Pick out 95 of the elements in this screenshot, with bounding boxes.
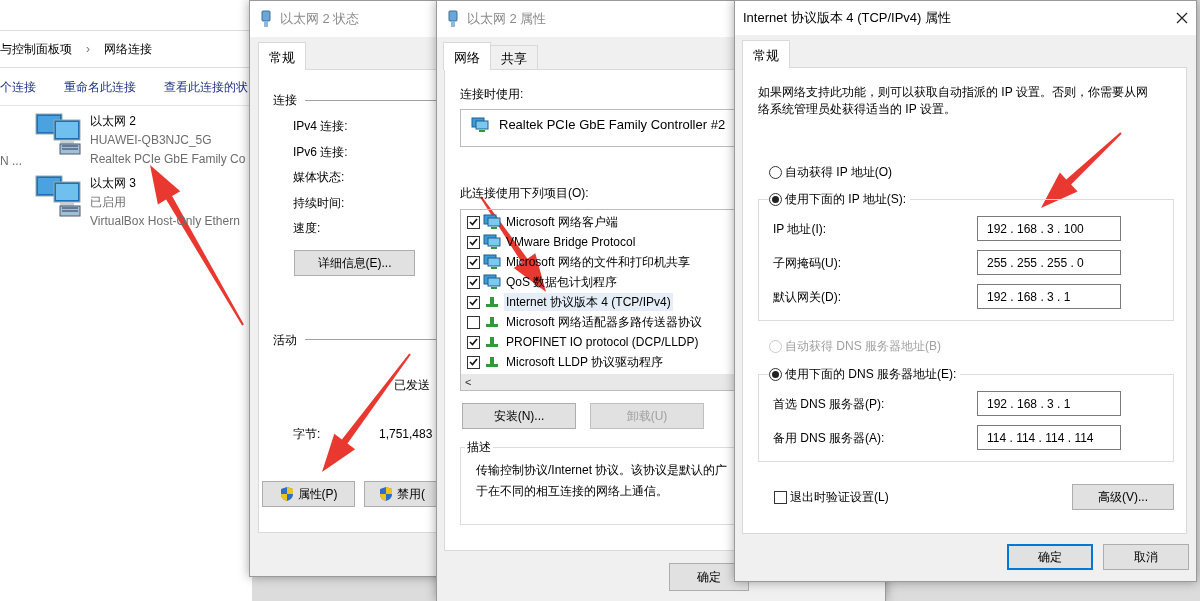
tab[interactable]: 共享 bbox=[491, 45, 538, 69]
window-title: 以太网 2 状态 bbox=[280, 10, 360, 29]
toolbar-command[interactable]: 重命名此连接 bbox=[64, 77, 136, 96]
field-label: 默认网关(D): bbox=[773, 288, 841, 306]
button[interactable]: 高级(V)... bbox=[1072, 484, 1174, 510]
connection-name[interactable]: 以太网 3 bbox=[90, 174, 240, 193]
network-monitor-icon bbox=[483, 254, 501, 270]
field-label: 备用 DNS 服务器(A): bbox=[773, 429, 885, 447]
description-text: 传输控制协议/Internet 协议。该协议是默认的广 bbox=[476, 462, 728, 479]
toolbar-command[interactable]: 查看此连接的状 bbox=[164, 77, 248, 96]
checkbox-label: 退出时验证设置(L) bbox=[790, 489, 889, 506]
bytes-value: 1,751,483 bbox=[379, 425, 433, 443]
connection-name[interactable]: 以太网 2 bbox=[90, 112, 246, 131]
checkbox[interactable] bbox=[467, 355, 480, 369]
connection-device: Realtek PCIe GbE Family Co bbox=[90, 151, 246, 168]
button[interactable]: 安装(N)... bbox=[462, 403, 576, 429]
checkbox[interactable] bbox=[467, 335, 480, 349]
checkbox[interactable] bbox=[467, 275, 480, 289]
field-label: IPv6 连接: bbox=[293, 143, 349, 161]
button[interactable]: 属性(P) bbox=[262, 480, 355, 507]
breadcrumb-separator: › bbox=[86, 41, 90, 58]
button[interactable]: 详细信息(E)... bbox=[294, 249, 415, 276]
check-icon bbox=[469, 218, 478, 226]
network-monitor-icon bbox=[471, 117, 489, 133]
section-label: 连接时使用: bbox=[460, 86, 524, 103]
intro-text: 如果网络支持此功能，则可以获取自动指派的 IP 设置。否则，你需要从网络系统管理员处获得适当的 IP 设置。 bbox=[758, 84, 1149, 118]
list-item[interactable]: Microsoft 网络适配器多路传送器协议 bbox=[504, 313, 704, 331]
check-icon bbox=[469, 358, 478, 366]
button[interactable]: 取消 bbox=[1103, 544, 1189, 570]
radio-button[interactable] bbox=[769, 367, 782, 381]
breadcrumb-item[interactable]: 与控制面板项 bbox=[0, 40, 72, 58]
toolbar-command[interactable]: 个连接 bbox=[0, 77, 36, 96]
list-item[interactable]: Internet 协议版本 4 (TCP/IPv4) bbox=[504, 293, 673, 311]
group-label: 连接 bbox=[273, 92, 297, 109]
field-label: IP 地址(I): bbox=[773, 220, 827, 238]
checkbox[interactable] bbox=[467, 315, 480, 329]
network-monitor-icon bbox=[483, 214, 501, 230]
ethernet-plug-icon bbox=[447, 10, 459, 28]
description-text: 于在不同的相互连接的网络上通信。 bbox=[476, 483, 668, 500]
field-label: IPv4 连接: bbox=[293, 118, 349, 135]
radio-button[interactable] bbox=[769, 192, 782, 206]
column-header: 已发送 bbox=[394, 376, 430, 394]
radio-label: 自动获得 DNS 服务器地址(B) bbox=[785, 338, 941, 355]
ip-address-field[interactable]: 255 . 255 . 255 . 0 bbox=[977, 250, 1121, 275]
protocol-icon bbox=[486, 317, 498, 327]
checkbox[interactable] bbox=[467, 255, 480, 269]
connection-device: N ... bbox=[0, 153, 22, 170]
button[interactable]: 确定 bbox=[1007, 544, 1093, 570]
checkbox[interactable] bbox=[467, 215, 480, 229]
list-item[interactable]: Microsoft LLDP 协议驱动程序 bbox=[504, 353, 666, 371]
field-label: 速度: bbox=[293, 220, 322, 237]
radio-label: 使用下面的 IP 地址(S): bbox=[785, 191, 907, 208]
group-label: 描述 bbox=[465, 439, 493, 455]
check-icon bbox=[469, 298, 478, 306]
ip-address-field[interactable]: 192 . 168 . 3 . 1 bbox=[977, 391, 1121, 416]
protocol-icon bbox=[486, 357, 498, 367]
close-icon[interactable] bbox=[1176, 12, 1188, 24]
check-icon bbox=[469, 258, 478, 266]
checkbox[interactable] bbox=[467, 235, 480, 249]
adapter-name: Realtek PCIe GbE Family Controller #2 bbox=[499, 116, 726, 135]
connection-status: HUAWEI-QB3NJC_5G bbox=[90, 132, 213, 149]
tab[interactable]: 常规 bbox=[742, 40, 790, 68]
protocol-icon bbox=[486, 297, 498, 307]
shield-icon bbox=[379, 485, 393, 502]
ip-address-field[interactable]: 114 . 114 . 114 . 114 bbox=[977, 425, 1121, 450]
radio-button[interactable] bbox=[769, 165, 782, 179]
ethernet-plug-icon bbox=[260, 10, 272, 28]
ip-address-field[interactable]: 192 . 168 . 3 . 100 bbox=[977, 216, 1121, 241]
tab[interactable]: 网络 bbox=[443, 42, 491, 70]
check-icon bbox=[469, 238, 478, 246]
check-icon bbox=[469, 338, 478, 346]
section-label: 此连接使用下列项目(O): bbox=[460, 185, 589, 202]
list-item[interactable]: PROFINET IO protocol (DCP/LLDP) bbox=[504, 333, 701, 351]
radio-label: 自动获得 IP 地址(O) bbox=[785, 164, 893, 181]
group-label: 活动 bbox=[273, 331, 297, 349]
connection-status: 已启用 bbox=[90, 194, 127, 211]
checkbox[interactable] bbox=[467, 295, 480, 309]
field-label: 持续时间: bbox=[293, 194, 346, 212]
protocol-icon bbox=[486, 337, 498, 347]
window-title: Internet 协议版本 4 (TCP/IPv4) 属性 bbox=[743, 9, 952, 28]
field-label: 子网掩码(U): bbox=[773, 254, 841, 272]
ip-address-field[interactable]: 192 . 168 . 3 . 1 bbox=[977, 284, 1121, 309]
checkbox[interactable] bbox=[774, 490, 787, 504]
row-label: 字节: bbox=[293, 425, 322, 443]
list-item[interactable]: Microsoft 网络客户端 bbox=[504, 213, 620, 231]
field-label: 媒体状态: bbox=[293, 169, 346, 186]
window-title: 以太网 2 属性 bbox=[467, 10, 547, 29]
shield-icon bbox=[279, 485, 294, 502]
network-monitor-icon bbox=[483, 234, 501, 250]
breadcrumb-item[interactable]: 网络连接 bbox=[104, 40, 152, 58]
field-label: 首选 DNS 服务器(P): bbox=[773, 395, 885, 413]
scroll-left-arrow[interactable]: < bbox=[461, 373, 472, 391]
tab[interactable]: 常规 bbox=[258, 42, 306, 70]
check-icon bbox=[469, 278, 478, 286]
network-monitor-icon bbox=[483, 274, 501, 290]
